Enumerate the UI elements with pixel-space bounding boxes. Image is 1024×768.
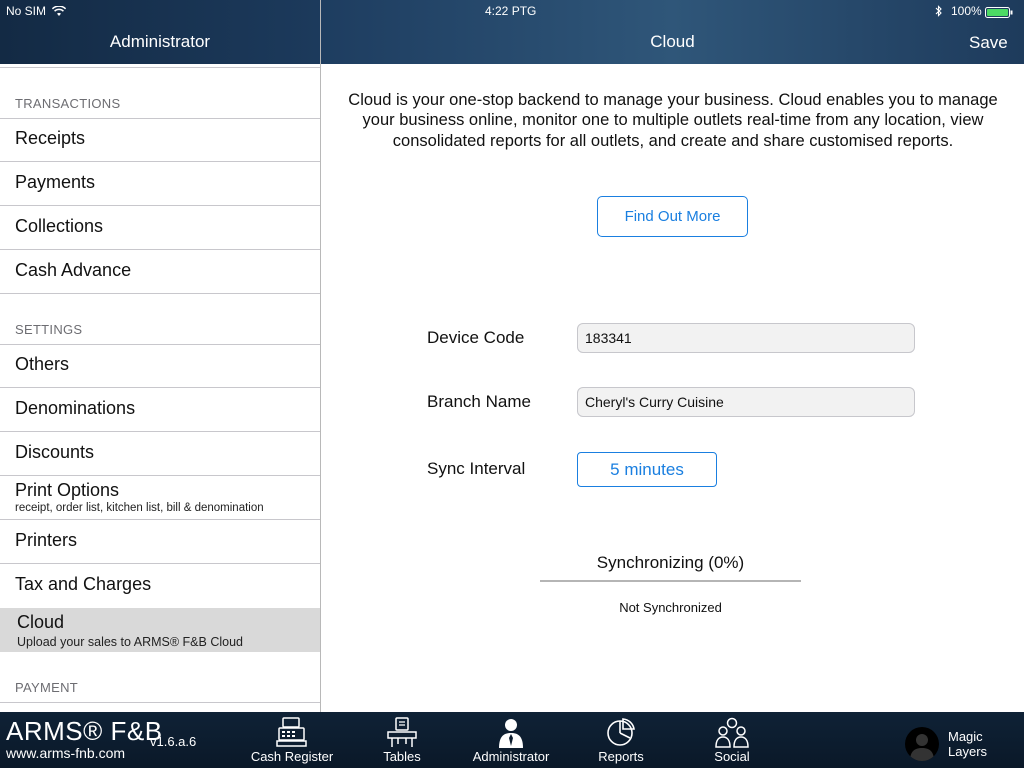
sidebar-item-denominations[interactable]: Denominations [0, 388, 320, 431]
administrator-icon [499, 719, 523, 748]
divider [0, 67, 320, 68]
tab-tables[interactable]: Tables [347, 712, 457, 768]
sidebar-item-subtitle: receipt, order list, kitchen list, bill … [15, 502, 264, 514]
tab-cash-register[interactable]: Cash Register [237, 712, 347, 768]
sync-interval-button[interactable]: 5 minutes [577, 452, 717, 487]
sidebar-item-label: Discounts [15, 442, 95, 462]
clock-label: 4:22 PTG [485, 4, 537, 18]
tab-label: Tables [383, 749, 421, 764]
sidebar-item-label: Others [15, 354, 70, 374]
reports-icon [607, 718, 635, 746]
tab-label: Reports [598, 749, 644, 764]
sidebar-item-discounts[interactable]: Discounts [0, 432, 320, 475]
sidebar-item-label: Tax and Charges [15, 574, 152, 594]
sidebar-item-printers[interactable]: Printers [0, 520, 320, 563]
sidebar-item-label: Printers [15, 530, 78, 550]
sync-interval-label: Sync Interval [427, 459, 526, 478]
sidebar-title: Administrator [109, 32, 211, 51]
sidebar-item-tax-and-charges[interactable]: Tax and Charges [0, 564, 320, 607]
wifi-icon [51, 4, 67, 22]
brand-logo: ARMS® F&B [6, 716, 163, 746]
sidebar[interactable]: TRANSACTIONS Receipts Payments Collectio… [0, 64, 320, 712]
sidebar-item-label: Print Options [15, 480, 120, 500]
bluetooth-icon [935, 4, 943, 22]
sync-status-text: Not Synchronized [619, 600, 722, 615]
sidebar-item-label: Receipts [15, 128, 86, 148]
sync-progress-title: Synchronizing (0%) [596, 553, 745, 572]
tab-label: Cash Register [250, 749, 334, 764]
battery-percent: 100% [951, 4, 982, 18]
tab-social[interactable]: Social [677, 712, 787, 768]
tab-label: Administrator [472, 749, 550, 764]
sidebar-item-others[interactable]: Others [0, 344, 320, 387]
divider [0, 702, 320, 703]
sidebar-nav-bar: No SIM Administrator [0, 0, 320, 64]
sidebar-item-payments[interactable]: Payments [0, 162, 320, 205]
sync-progress-bar [540, 580, 801, 582]
brand-url: www.arms-fnb.com [6, 745, 126, 761]
user-avatar[interactable] [905, 727, 939, 761]
section-header-transactions: TRANSACTIONS [15, 96, 121, 111]
page-title: Cloud [650, 32, 695, 51]
section-header-payment: PAYMENT [15, 680, 79, 695]
tables-icon [387, 717, 417, 747]
sidebar-item-cloud[interactable]: Cloud Upload your sales to ARMS® F&B Clo… [0, 608, 320, 652]
user-name-line1: Magic [948, 729, 983, 744]
branch-name-field[interactable]: Cheryl's Curry Cuisine [577, 387, 915, 417]
battery-icon [985, 5, 1013, 23]
sidebar-item-label: Cash Advance [15, 260, 132, 280]
social-icon [715, 717, 749, 748]
tab-administrator[interactable]: Administrator [456, 712, 566, 768]
cloud-description: Cloud is your one-stop backend to manage… [348, 91, 998, 150]
version-label: v1.6.a.6 [150, 734, 197, 749]
cash-register-icon [276, 717, 307, 747]
device-code-field[interactable]: 183341 [577, 323, 915, 353]
divider [0, 293, 320, 294]
tab-bar: ARMS® F&B www.arms-fnb.com v1.6.a.6 Cash… [0, 712, 1024, 768]
find-out-more-button[interactable]: Find Out More [597, 196, 748, 237]
tab-label: Social [714, 749, 750, 764]
branch-name-label: Branch Name [427, 392, 531, 411]
main-nav-bar: 4:22 PTG 100% Cloud Save [321, 0, 1024, 64]
carrier-label: No SIM [6, 4, 47, 18]
cloud-settings-panel: Cloud is your one-stop backend to manage… [321, 64, 1024, 712]
section-header-settings: SETTINGS [15, 322, 83, 337]
sidebar-item-subtitle: Upload your sales to ARMS® F&B Cloud [17, 635, 243, 649]
sidebar-item-print-options[interactable]: Print Options receipt, order list, kitch… [0, 476, 320, 519]
save-button[interactable]: Save [969, 33, 1008, 53]
sidebar-item-cash-advance[interactable]: Cash Advance [0, 250, 320, 293]
sidebar-item-receipts[interactable]: Receipts [0, 118, 320, 161]
sidebar-item-collections[interactable]: Collections [0, 206, 320, 249]
sidebar-item-label: Cloud [17, 612, 65, 632]
sidebar-item-label: Payments [15, 172, 96, 192]
device-code-label: Device Code [427, 328, 525, 347]
tab-reports[interactable]: Reports [566, 712, 676, 768]
user-name-line2: Layers [948, 744, 988, 759]
sidebar-item-label: Collections [15, 216, 104, 236]
user-name: Magic Layers [948, 729, 987, 759]
sidebar-item-label: Denominations [15, 398, 136, 418]
